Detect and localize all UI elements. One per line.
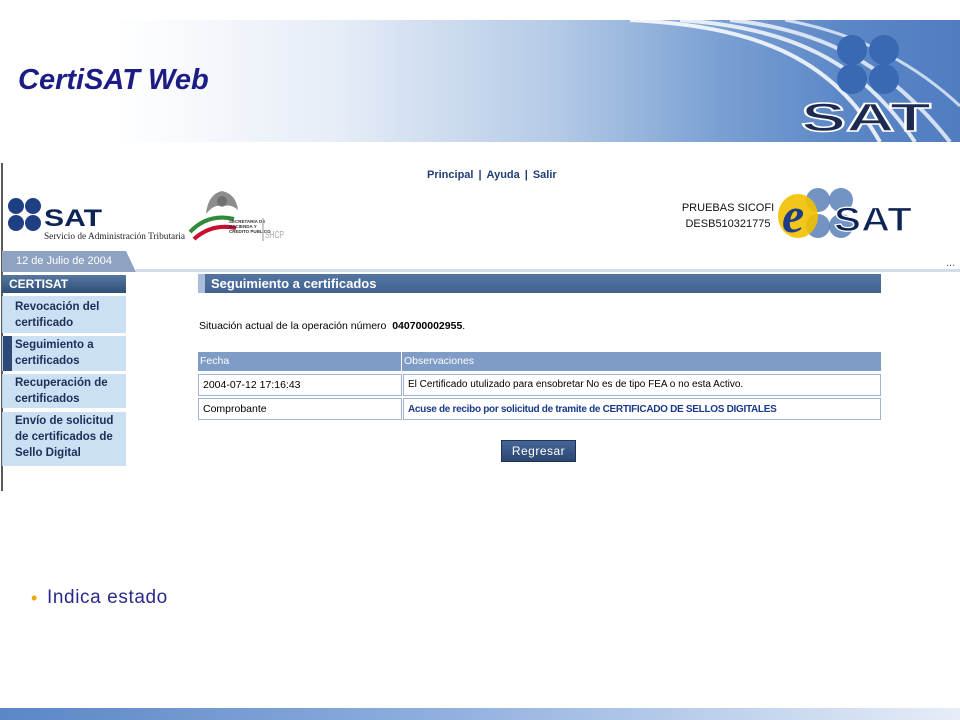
status-label: Situación actual de la operación número bbox=[199, 320, 387, 332]
bottom-bar bbox=[0, 708, 960, 720]
selected-indicator bbox=[3, 336, 12, 371]
sidebar-item-revocacion[interactable]: Revocación del certificado bbox=[2, 296, 126, 333]
top-nav: Principal | Ayuda | Salir bbox=[427, 168, 557, 182]
logo-circle bbox=[8, 215, 24, 231]
logo-circle bbox=[25, 198, 41, 214]
table-header-fecha: Fecha bbox=[198, 352, 401, 371]
sat-logo-subtitle: Servicio de Administración Tributaria bbox=[44, 231, 185, 241]
logo-circle bbox=[837, 35, 867, 65]
regresar-button[interactable]: Regresar bbox=[501, 440, 576, 462]
sidebar-item-envio-solicitud[interactable]: Envío de solicitud de certificados de Se… bbox=[2, 412, 126, 466]
section-header-tab bbox=[198, 274, 205, 293]
sat-logo: SAT Servicio de Administración Tributari… bbox=[8, 198, 185, 241]
esat-logo: e SAT bbox=[778, 187, 913, 242]
section-title: Seguimiento a certificados bbox=[211, 276, 377, 291]
logo-circle bbox=[869, 64, 899, 94]
sidebar-item-label: certificados bbox=[15, 355, 80, 367]
nav-separator: | bbox=[524, 169, 528, 181]
user-rfc: DESB510321775 bbox=[685, 218, 771, 230]
operation-status: Situación actual de la operación número … bbox=[199, 319, 465, 333]
nav-link-principal[interactable]: Principal bbox=[427, 168, 473, 182]
sidebar-item-label: Sello Digital bbox=[15, 447, 81, 459]
table-cell-fecha: 2004-07-12 17:16:43 bbox=[198, 374, 402, 396]
more-indicator: ... bbox=[946, 257, 956, 269]
sidebar-item-label: Recuperación de bbox=[15, 377, 108, 389]
user-info: PRUEBAS SICOFI DESB510321775 bbox=[680, 200, 776, 232]
sidebar-item-label: de certificados de bbox=[15, 431, 113, 443]
title-banner: SAT CertiSAT Web bbox=[0, 20, 960, 142]
acuse-link[interactable]: Acuse de recibo por solicitud de tramite… bbox=[408, 404, 777, 415]
sidebar-item-recuperacion[interactable]: Recuperación de certificados bbox=[2, 374, 126, 408]
logo-circle bbox=[8, 198, 24, 214]
slide: SAT CertiSAT Web Principal | Ayuda | Salir S… bbox=[0, 0, 960, 720]
logo-circle bbox=[837, 64, 867, 94]
user-environment: PRUEBAS SICOFI bbox=[681, 202, 775, 214]
sidebar-item-label: Seguimiento a bbox=[15, 339, 94, 351]
slide-title: CertiSAT Web bbox=[18, 64, 209, 96]
logo-circle bbox=[25, 215, 41, 231]
section-header: Seguimiento a certificados bbox=[198, 274, 881, 293]
table-cell-observacion: El Certificado utulizado para ensobretar… bbox=[403, 374, 881, 396]
nav-link-ayuda[interactable]: Ayuda bbox=[487, 168, 520, 182]
esat-logo-e: e bbox=[782, 187, 804, 242]
sidebar-item-seguimiento[interactable]: Seguimiento a certificados bbox=[2, 336, 126, 371]
bullet-text: Indica estado bbox=[47, 587, 168, 608]
hacienda-logo: SECRETARIA DE HACIENDA Y CREDITO PUBLICO… bbox=[188, 191, 284, 241]
sidebar-item-label: certificado bbox=[15, 317, 74, 329]
sidebar-item-label: Envío de solicitud bbox=[15, 415, 114, 427]
banner-logo-text: SAT bbox=[801, 96, 931, 140]
operation-number: 040700002955 bbox=[392, 320, 463, 332]
logo-circle bbox=[869, 35, 899, 65]
status-end: . bbox=[462, 320, 466, 332]
sidebar-item-label: certificados bbox=[15, 393, 80, 405]
table-cell-comprobante: Comprobante bbox=[198, 398, 402, 420]
nav-separator: | bbox=[478, 169, 482, 181]
table-cell-acuse: Acuse de recibo por solicitud de tramite… bbox=[403, 398, 881, 420]
nav-link-salir[interactable]: Salir bbox=[533, 168, 557, 182]
sidebar-item-label: Revocación del bbox=[15, 301, 100, 313]
hacienda-abbr: SHCP bbox=[265, 230, 284, 241]
sat-logo-name: SAT bbox=[44, 205, 102, 232]
eagle-emblem-head bbox=[217, 196, 227, 206]
date-divider bbox=[136, 269, 960, 272]
esat-logo-name: SAT bbox=[834, 201, 912, 239]
table-header-observaciones: Observaciones bbox=[402, 352, 881, 371]
sidebar-header: CERTISAT bbox=[2, 275, 126, 293]
bullet-icon: • bbox=[31, 588, 38, 608]
date-tab: 12 de Julio de 2004 bbox=[2, 251, 136, 272]
